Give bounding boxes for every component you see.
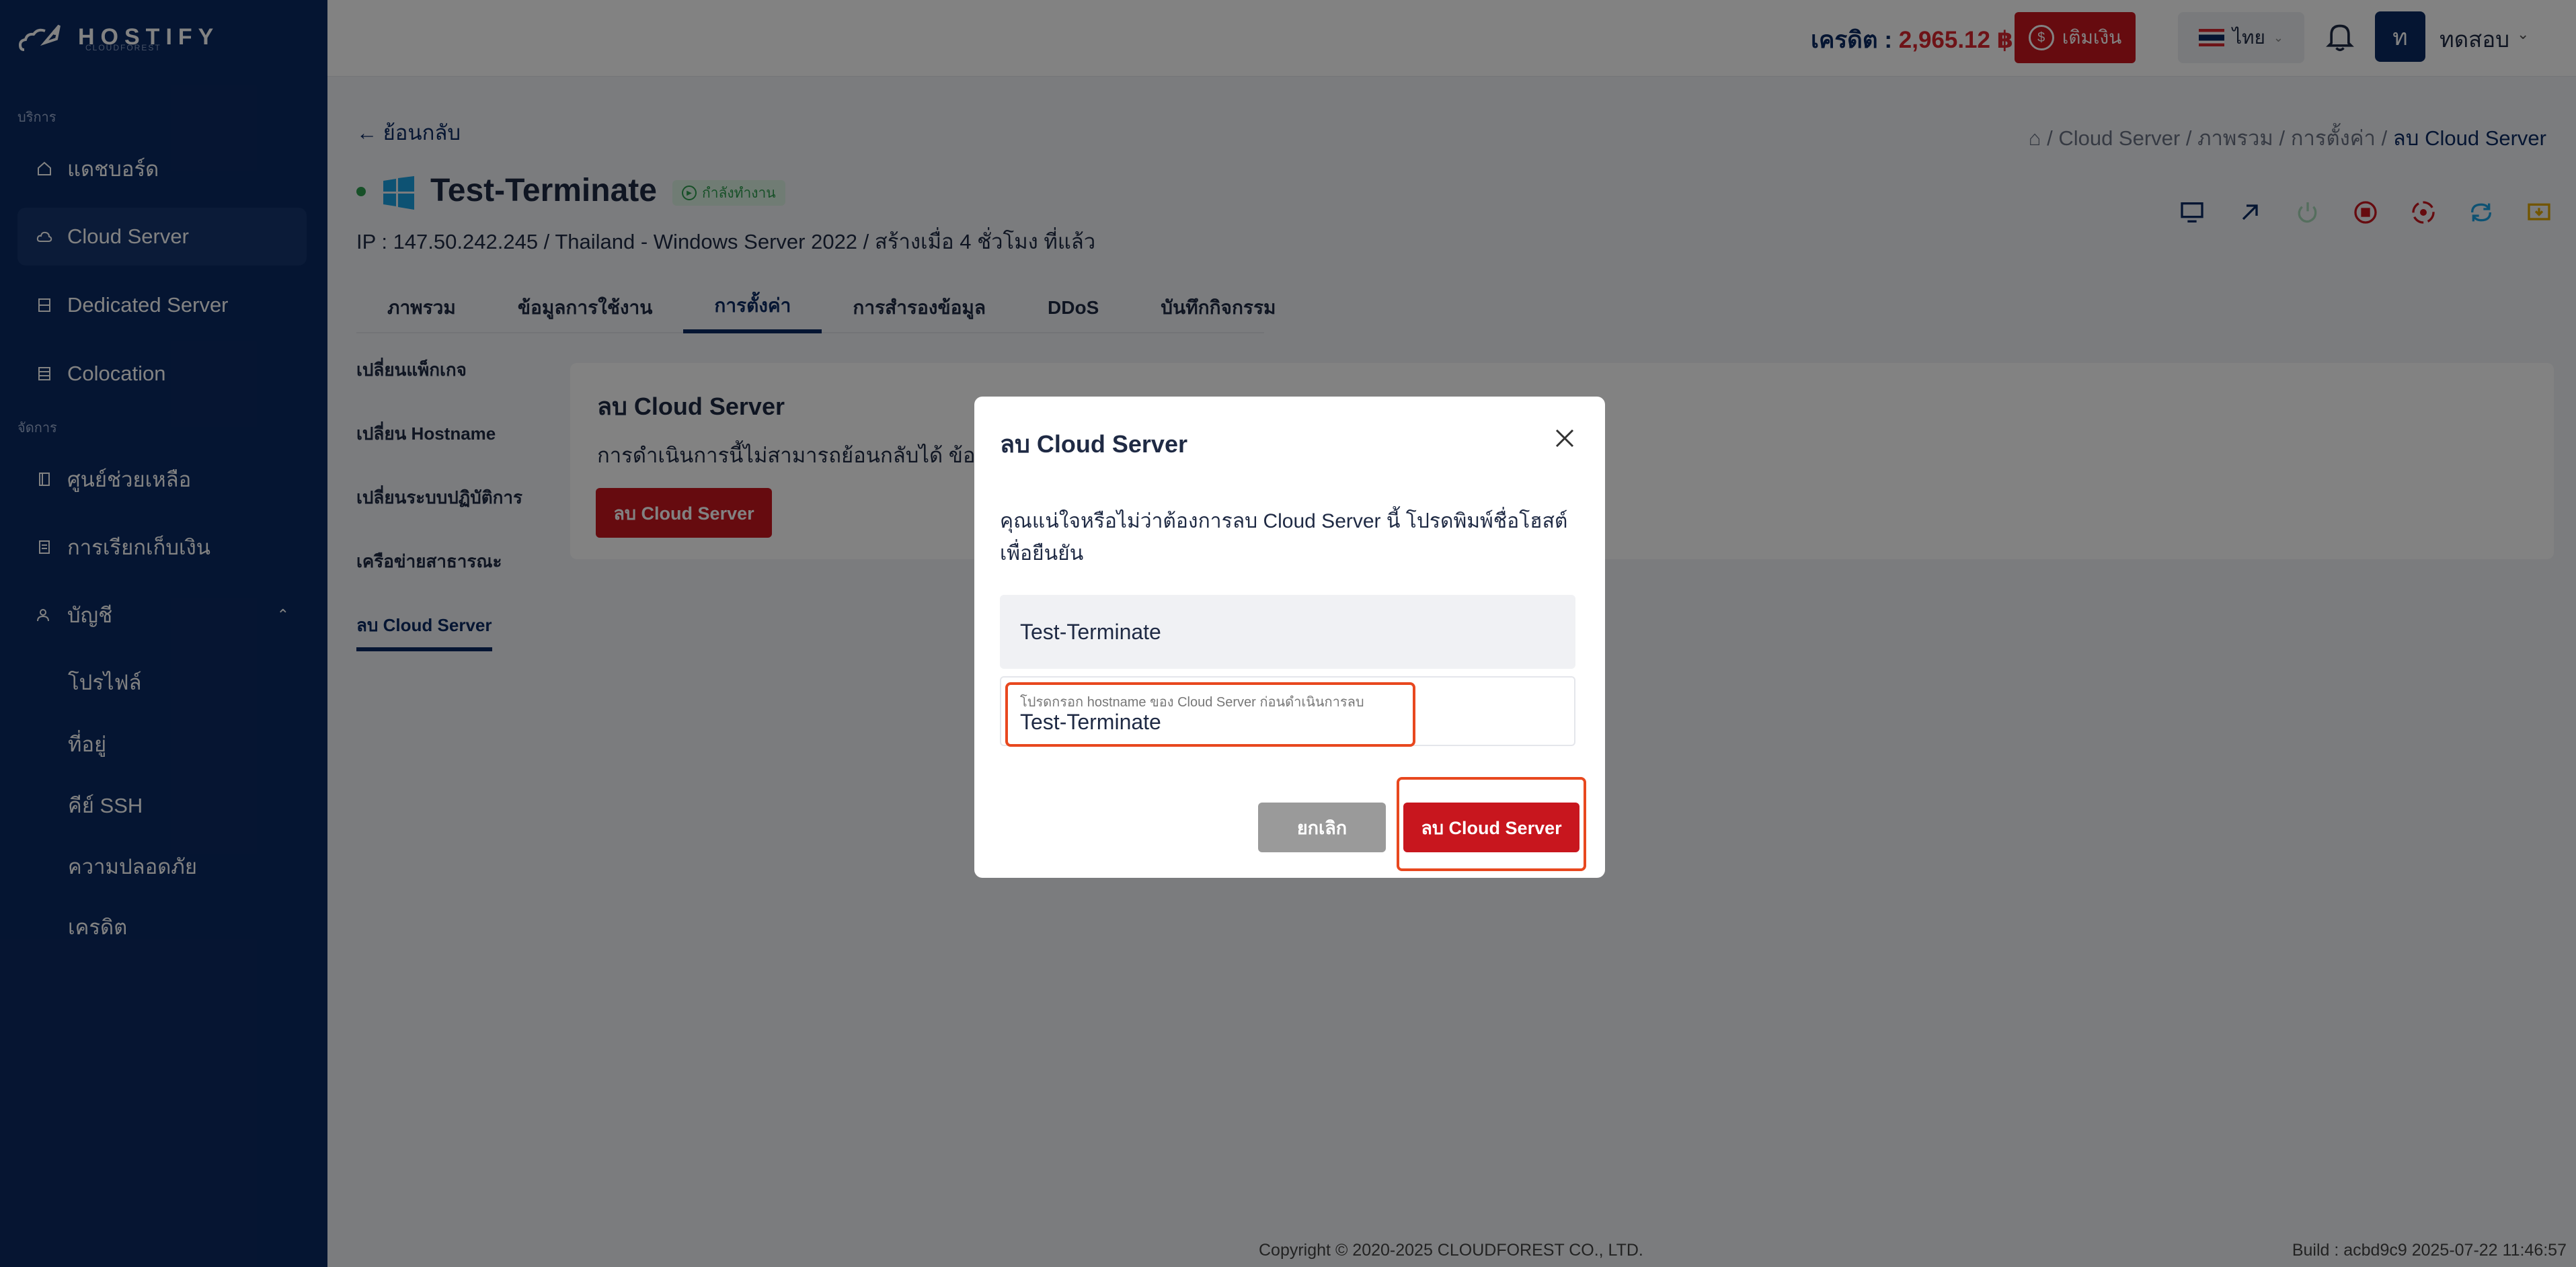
confirm-delete-button[interactable]: ลบ Cloud Server	[1403, 803, 1579, 852]
hostname-display: Test-Terminate	[1000, 595, 1575, 669]
modal-message: คุณแน่ใจหรือไม่ว่าต้องการลบ Cloud Server…	[1000, 510, 1568, 565]
delete-confirm-modal: ลบ Cloud Server คุณแน่ใจหรือไม่ว่าต้องกา…	[974, 397, 1605, 878]
cancel-button[interactable]: ยกเลิก	[1258, 803, 1386, 852]
hostname-input[interactable]: Test-Terminate	[1020, 710, 1161, 735]
close-icon[interactable]	[1553, 426, 1577, 450]
modal-title: ลบ Cloud Server	[1000, 430, 1187, 458]
